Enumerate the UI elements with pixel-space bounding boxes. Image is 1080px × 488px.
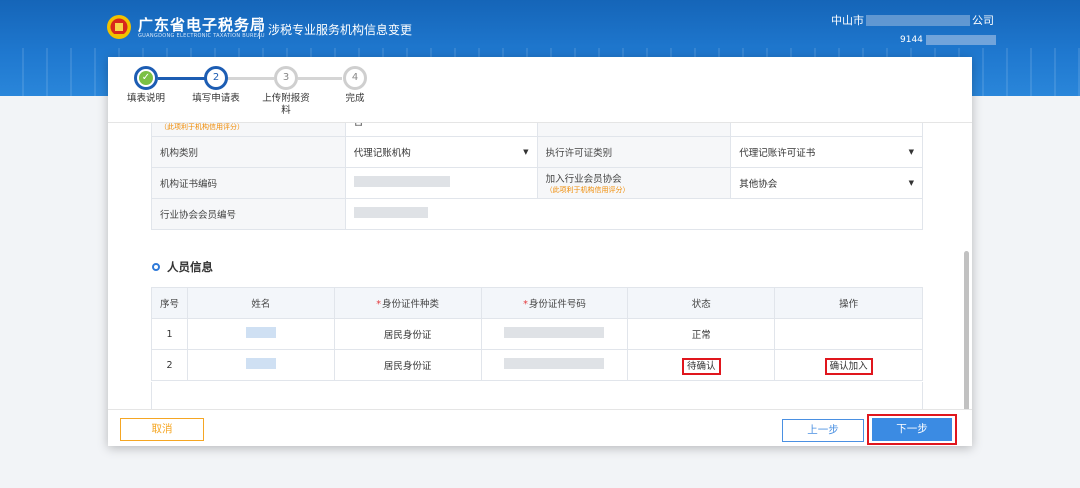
section-title-text: 人员信息: [167, 260, 213, 274]
pending-status-badge: 待确认: [682, 358, 721, 375]
row-operation: [774, 318, 923, 350]
section-title: 人员信息: [152, 259, 213, 275]
brand-name-en: GUANGDONG ELECTRONIC TAXATION BUREAU: [138, 33, 265, 39]
step-2-label: 填写申请表: [192, 93, 240, 104]
cert-code-label: 机构证书编码: [151, 167, 346, 199]
prev-step-button[interactable]: 上一步: [782, 419, 864, 442]
credit-hint: （此项利于机构信用评分）: [160, 123, 244, 131]
table-empty-space: [151, 382, 923, 409]
row-status: 待确认: [627, 349, 776, 381]
association-label-text: 加入行业会员协会: [545, 174, 622, 185]
row-seq: 2: [151, 349, 188, 381]
step-connector: [298, 77, 342, 80]
association-label: 加入行业会员协会 （此项利于机构信用评分）: [536, 167, 732, 199]
company-suffix: 公司: [972, 14, 994, 27]
member-no-field[interactable]: [344, 198, 924, 230]
row-seq: 1: [151, 318, 188, 350]
redacted-value: [353, 176, 450, 187]
association-select[interactable]: 其他协会 ▼: [730, 167, 923, 199]
progress-steps: ✓ 填表说明 2 填写申请表 3 上传附报资料 4 完成: [108, 57, 972, 123]
org-category-label: 机构类别: [151, 136, 346, 168]
license-type-value: 代理记账许可证书: [739, 148, 816, 159]
redacted-value: [353, 207, 428, 218]
col-id-no: *身份证件号码: [480, 287, 629, 319]
redacted-text: [866, 14, 970, 26]
step-1-label: 填表说明: [126, 93, 165, 104]
col-id-type: *身份证件种类: [333, 287, 482, 319]
caret-down-icon: ▼: [523, 148, 529, 156]
row-id-no: [480, 349, 629, 381]
brand-name: 广东省电子税务局: [138, 16, 267, 34]
form-row: 机构证书编码 加入行业会员协会 （此项利于机构信用评分） 其他协会 ▼: [151, 167, 923, 199]
page-title: 涉税专业服务机构信息变更: [268, 23, 413, 37]
next-step-highlight: 下一步: [867, 414, 957, 445]
brand-divider: [259, 17, 260, 39]
license-type-select[interactable]: 代理记账许可证书 ▼: [730, 136, 923, 168]
row-status: 正常: [627, 318, 776, 350]
form-label: （此项利于机构信用评分）: [151, 123, 346, 137]
cancel-button[interactable]: 取消: [120, 418, 204, 441]
form-row: （此项利于机构信用评分） 否: [151, 123, 923, 137]
col-name: 姓名: [186, 287, 335, 319]
check-icon: ✓: [139, 71, 153, 85]
member-no-label: 行业协会会员编号: [151, 198, 346, 230]
tax-bureau-emblem-icon: [107, 15, 131, 39]
personnel-table: 序号 姓名 *身份证件种类 *身份证件号码 状态 操作 1 居民身份证 正常 2…: [151, 287, 923, 381]
step-1-circle: ✓: [134, 66, 158, 90]
redacted-name: [245, 327, 276, 338]
org-info-table: （此项利于机构信用评分） 否 机构类别 代理记账机构 ▼ 执行许可证类别 代理记账…: [151, 123, 924, 230]
change-form-dialog: ✓ 填表说明 2 填写申请表 3 上传附报资料 4 完成 （此项利于机构信用评分…: [108, 57, 972, 446]
company-name: 中山市 公司: [831, 12, 994, 28]
redacted-id: [504, 358, 605, 369]
form-content: （此项利于机构信用评分） 否 机构类别 代理记账机构 ▼ 执行许可证类别 代理记账…: [108, 123, 972, 409]
row-id-type: 居民身份证: [333, 318, 482, 350]
form-value: [730, 123, 923, 137]
tax-id-prefix: 9144: [900, 35, 923, 45]
step-connector: [226, 77, 274, 80]
confirm-join-link[interactable]: 确认加入: [824, 358, 873, 375]
row-id-no: [480, 318, 629, 350]
tax-id: 9144: [900, 35, 996, 45]
company-prefix: 中山市: [831, 14, 864, 27]
org-category-value: 代理记账机构: [353, 148, 411, 159]
scrollbar-thumb[interactable]: [964, 251, 969, 409]
row-operation: 确认加入: [774, 349, 923, 381]
redacted-id: [504, 327, 605, 338]
form-row: 机构类别 代理记账机构 ▼ 执行许可证类别 代理记账许可证书 ▼: [151, 136, 923, 168]
credit-hint: （此项利于机构信用评分）: [545, 186, 630, 194]
table-row: 1 居民身份证 正常: [151, 318, 923, 350]
license-type-label: 执行许可证类别: [536, 136, 732, 168]
cert-code-field[interactable]: [344, 167, 538, 199]
table-header-row: 序号 姓名 *身份证件种类 *身份证件号码 状态 操作: [151, 287, 923, 319]
table-row: 2 居民身份证 待确认 确认加入: [151, 349, 923, 381]
col-seq: 序号: [151, 287, 188, 319]
section-dot-icon: [152, 263, 160, 271]
row-name: [186, 318, 335, 350]
next-step-button[interactable]: 下一步: [872, 418, 952, 441]
redacted-text: [925, 35, 996, 45]
caret-down-icon: ▼: [908, 179, 914, 187]
step-3-circle: 3: [274, 66, 298, 90]
step-2-circle: 2: [204, 66, 228, 90]
col-status: 状态: [627, 287, 776, 319]
association-value: 其他协会: [739, 179, 778, 190]
dialog-footer: 取消 上一步 下一步: [108, 409, 972, 446]
caret-down-icon: ▼: [908, 148, 914, 156]
redacted-name: [245, 358, 276, 369]
org-category-select[interactable]: 代理记账机构 ▼: [344, 136, 538, 168]
form-value: 否: [344, 123, 538, 137]
form-label: [536, 123, 732, 137]
col-operation: 操作: [774, 287, 923, 319]
form-row: 行业协会会员编号: [151, 198, 924, 230]
row-name: [186, 349, 335, 381]
step-4-circle: 4: [343, 66, 367, 90]
step-3-label: 上传附报资料: [262, 93, 310, 116]
row-id-type: 居民身份证: [333, 349, 482, 381]
partial-value: 否: [354, 123, 364, 128]
step-4-label: 完成: [345, 93, 365, 104]
